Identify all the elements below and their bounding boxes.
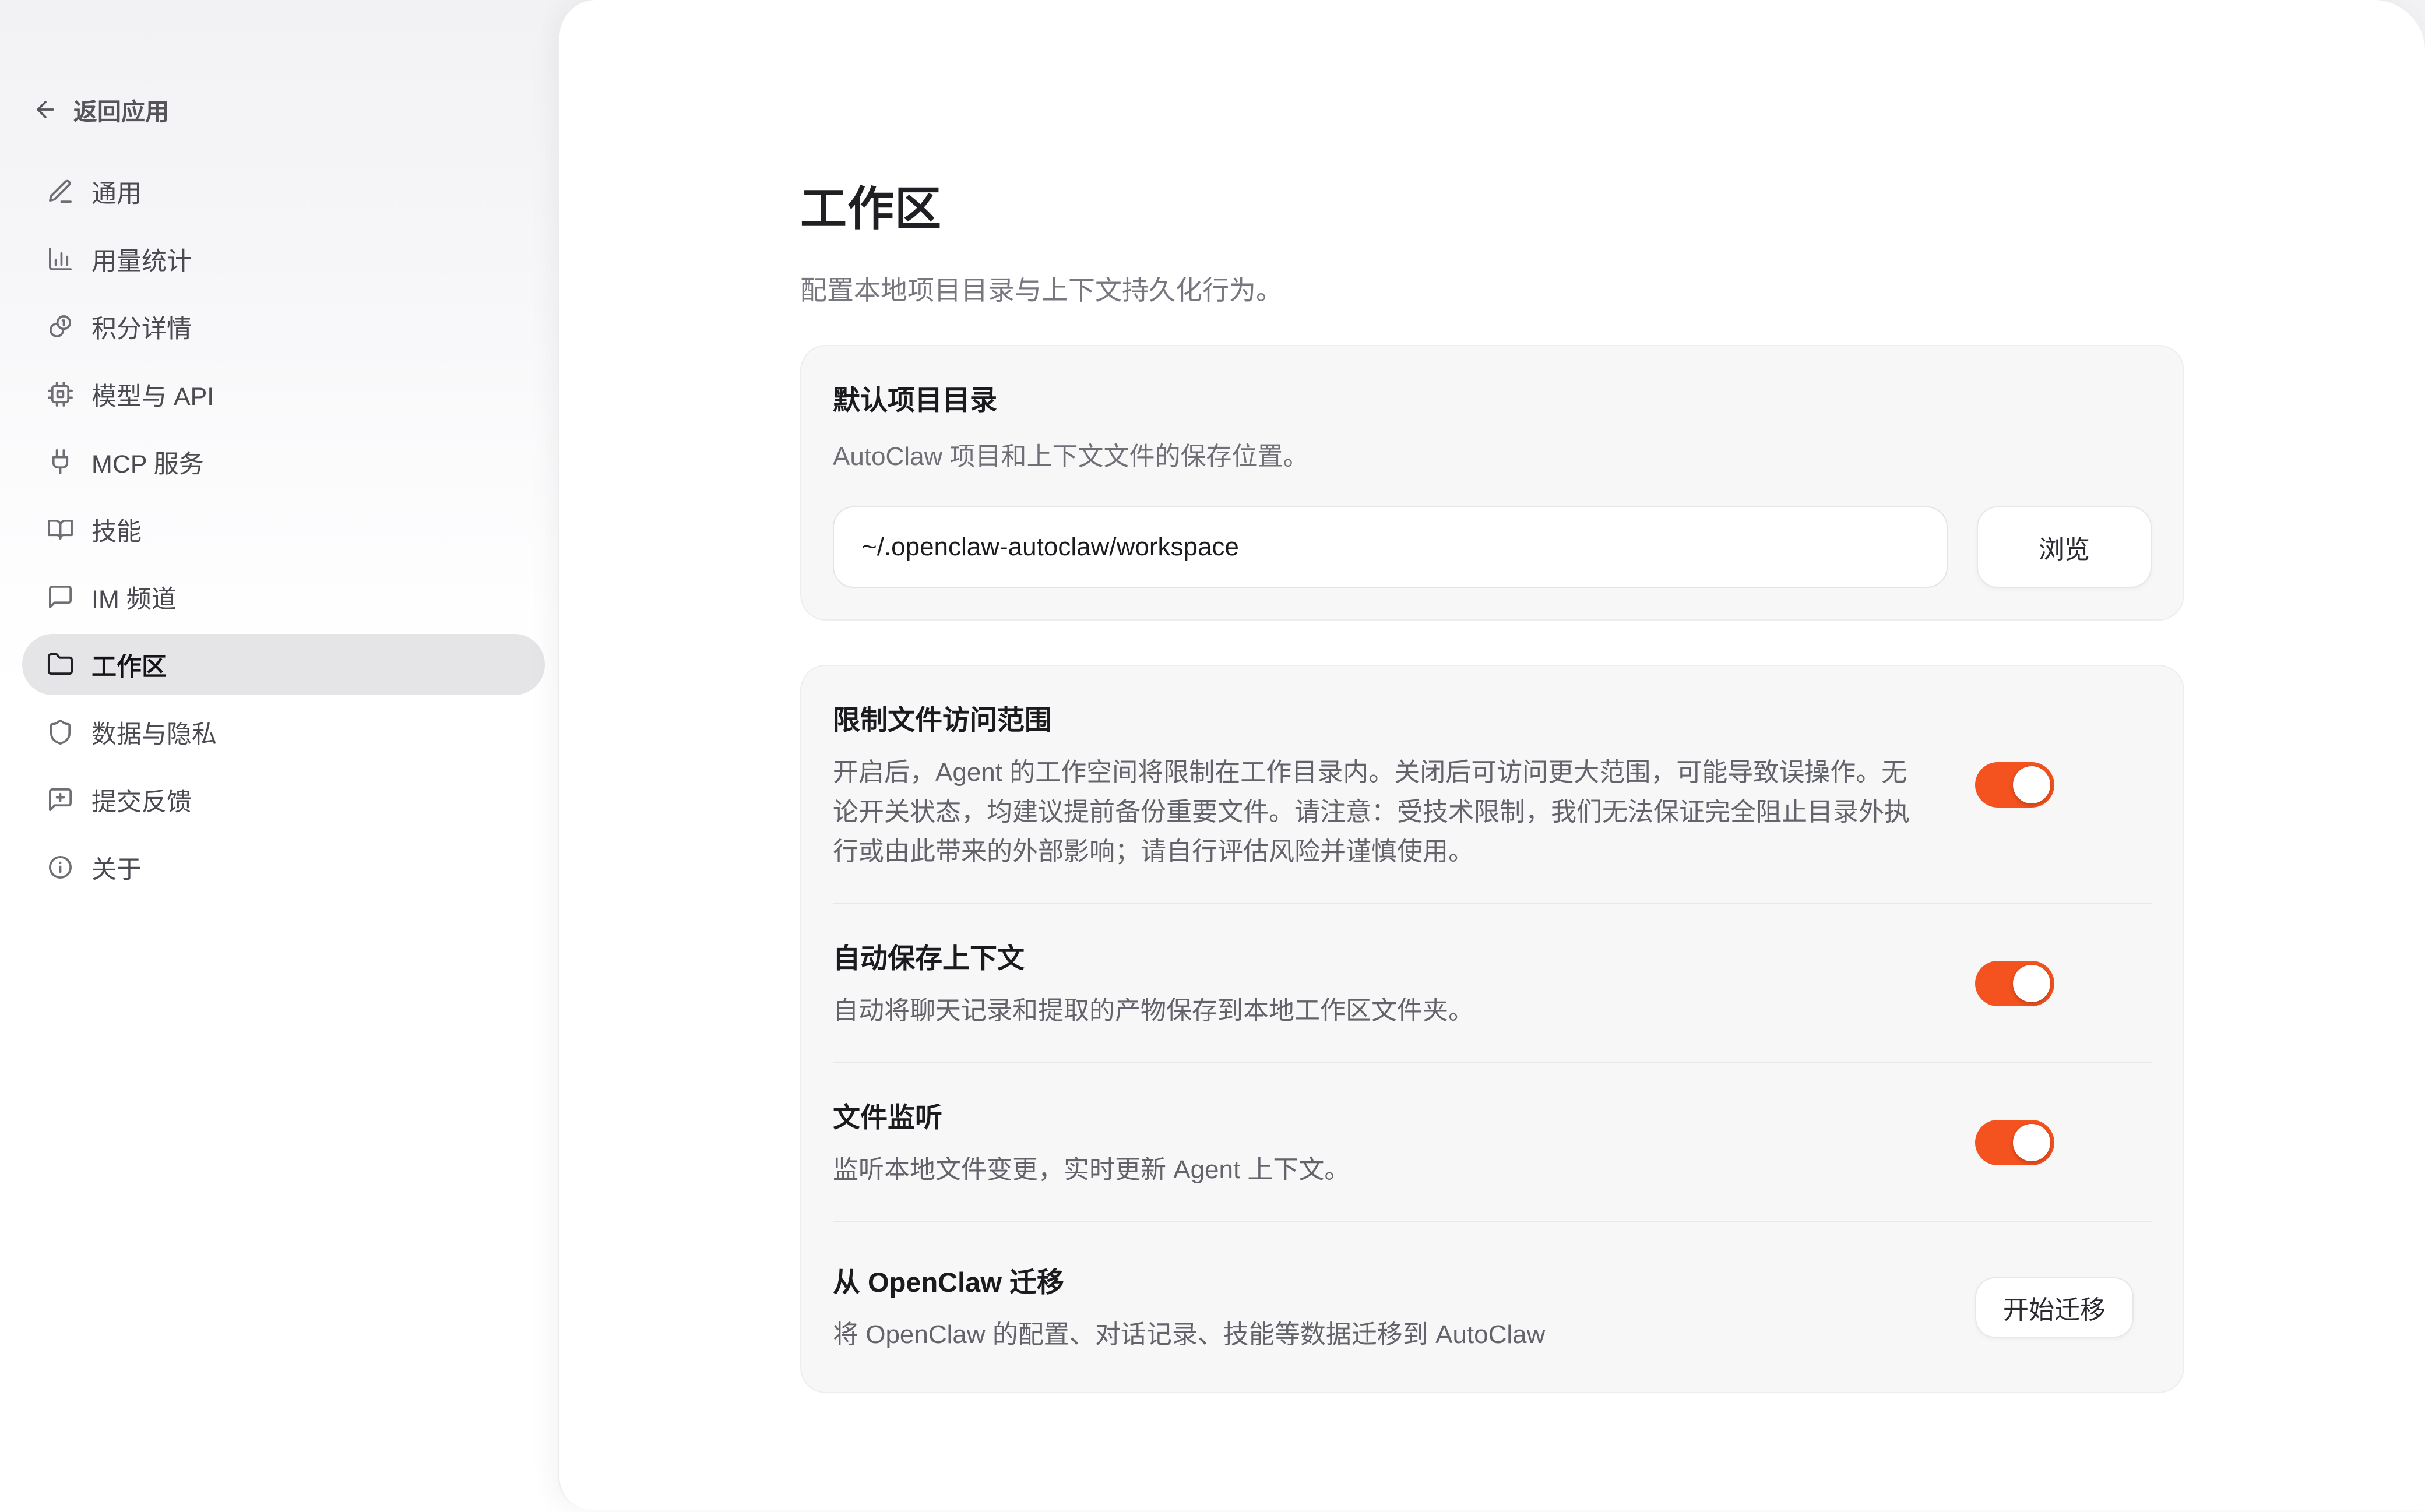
start-migration-button[interactable]: 开始迁移 — [1975, 1277, 2134, 1338]
sidebar-item-label: 工作区 — [91, 647, 167, 683]
auto-save-context-description: 自动将聊天记录和提取的产物保存到本地工作区文件夹。 — [833, 991, 1928, 1031]
arrow-left-icon — [33, 97, 58, 122]
pencil-icon — [47, 178, 74, 205]
directory-input-row: 浏览 — [833, 506, 2152, 588]
sidebar-item-data-privacy[interactable]: 数据与隐私 — [22, 702, 545, 763]
page-title: 工作区 — [800, 171, 2184, 239]
openclaw-migration-row: 从 OpenClaw 迁移 将 OpenClaw 的配置、对话记录、技能等数据迁… — [833, 1222, 2152, 1392]
sidebar-item-label: 关于 — [91, 850, 142, 886]
sidebar-item-label: IM 频道 — [91, 579, 177, 615]
sidebar-item-label: 用量统计 — [91, 241, 192, 277]
page-subtitle: 配置本地项目目录与上下文持久化行为。 — [800, 269, 2184, 308]
restrict-file-access-description: 开启后，Agent 的工作空间将限制在工作目录内。关闭后可访问更大范围，可能导致… — [833, 753, 1928, 872]
workspace-path-input[interactable] — [833, 506, 1948, 588]
sidebar: 返回应用 通用 用量统计 积分详情 模型与 API MCP 服务 — [0, 0, 558, 1512]
sidebar-item-models-api[interactable]: 模型与 API — [22, 364, 545, 425]
workspace-options-card: 限制文件访问范围 开启后，Agent 的工作空间将限制在工作目录内。关闭后可访问… — [800, 665, 2184, 1393]
file-watch-row: 文件监听 监听本地文件变更，实时更新 Agent 上下文。 — [833, 1063, 2152, 1221]
workspace-settings-screen: 返回应用 通用 用量统计 积分详情 模型与 API MCP 服务 — [0, 0, 2425, 1512]
restrict-file-access-toggle[interactable] — [1975, 762, 2054, 808]
sidebar-item-label: 技能 — [91, 512, 142, 548]
sidebar-item-about[interactable]: 关于 — [22, 837, 545, 898]
toggle-knob — [2013, 766, 2050, 803]
sidebar-nav: 通用 用量统计 积分详情 模型与 API MCP 服务 技能 — [22, 161, 545, 898]
openclaw-migration-description: 将 OpenClaw 的配置、对话记录、技能等数据迁移到 AutoClaw — [833, 1315, 1928, 1355]
auto-save-context-row: 自动保存上下文 自动将聊天记录和提取的产物保存到本地工作区文件夹。 — [833, 904, 2152, 1062]
sidebar-item-skills[interactable]: 技能 — [22, 499, 545, 560]
sidebar-item-label: 积分详情 — [91, 309, 192, 345]
folder-icon — [47, 651, 74, 678]
bar-chart-icon — [47, 245, 74, 273]
sidebar-item-label: 通用 — [91, 174, 142, 210]
sidebar-item-general[interactable]: 通用 — [22, 161, 545, 222]
sidebar-item-label: MCP 服务 — [91, 444, 204, 480]
sidebar-item-workspace[interactable]: 工作区 — [22, 634, 545, 695]
restrict-file-access-row: 限制文件访问范围 开启后，Agent 的工作空间将限制在工作目录内。关闭后可访问… — [833, 666, 2152, 903]
workspace-settings-content: 工作区 配置本地项目目录与上下文持久化行为。 默认项目目录 AutoClaw 项… — [800, 0, 2184, 1393]
sidebar-item-label: 提交反馈 — [91, 782, 192, 818]
auto-save-context-title: 自动保存上下文 — [833, 936, 1928, 976]
message-square-icon — [47, 583, 74, 611]
sidebar-item-feedback[interactable]: 提交反馈 — [22, 769, 545, 830]
file-watch-description: 监听本地文件变更，实时更新 Agent 上下文。 — [833, 1150, 1928, 1190]
toggle-knob — [2013, 1124, 2050, 1161]
sidebar-item-label: 数据与隐私 — [91, 714, 217, 750]
back-to-app-button[interactable]: 返回应用 — [33, 92, 169, 127]
sidebar-item-mcp-services[interactable]: MCP 服务 — [22, 431, 545, 492]
auto-save-context-toggle[interactable] — [1975, 961, 2054, 1006]
file-watch-title: 文件监听 — [833, 1095, 1928, 1135]
default-directory-title: 默认项目目录 — [833, 378, 2152, 418]
toggle-knob — [2013, 965, 2050, 1002]
cpu-icon — [47, 380, 74, 408]
sidebar-item-credits[interactable]: 积分详情 — [22, 296, 545, 357]
shield-icon — [47, 718, 74, 746]
sidebar-item-usage-stats[interactable]: 用量统计 — [22, 228, 545, 290]
plug-icon — [47, 448, 74, 475]
main-panel: 工作区 配置本地项目目录与上下文持久化行为。 默认项目目录 AutoClaw 项… — [558, 0, 2425, 1510]
openclaw-migration-title: 从 OpenClaw 迁移 — [833, 1260, 1928, 1300]
back-to-app-label: 返回应用 — [73, 92, 169, 127]
book-open-icon — [47, 516, 74, 543]
default-directory-description: AutoClaw 项目和上下文文件的保存位置。 — [833, 435, 2152, 473]
restrict-file-access-title: 限制文件访问范围 — [833, 697, 1928, 738]
default-directory-card: 默认项目目录 AutoClaw 项目和上下文文件的保存位置。 浏览 — [800, 345, 2184, 621]
info-icon — [47, 854, 74, 881]
browse-button[interactable]: 浏览 — [1977, 506, 2152, 588]
sidebar-item-label: 模型与 API — [91, 376, 214, 413]
file-watch-toggle[interactable] — [1975, 1120, 2054, 1165]
message-plus-icon — [47, 786, 74, 813]
sidebar-item-im-channels[interactable]: IM 频道 — [22, 566, 545, 628]
coins-icon — [47, 313, 74, 340]
